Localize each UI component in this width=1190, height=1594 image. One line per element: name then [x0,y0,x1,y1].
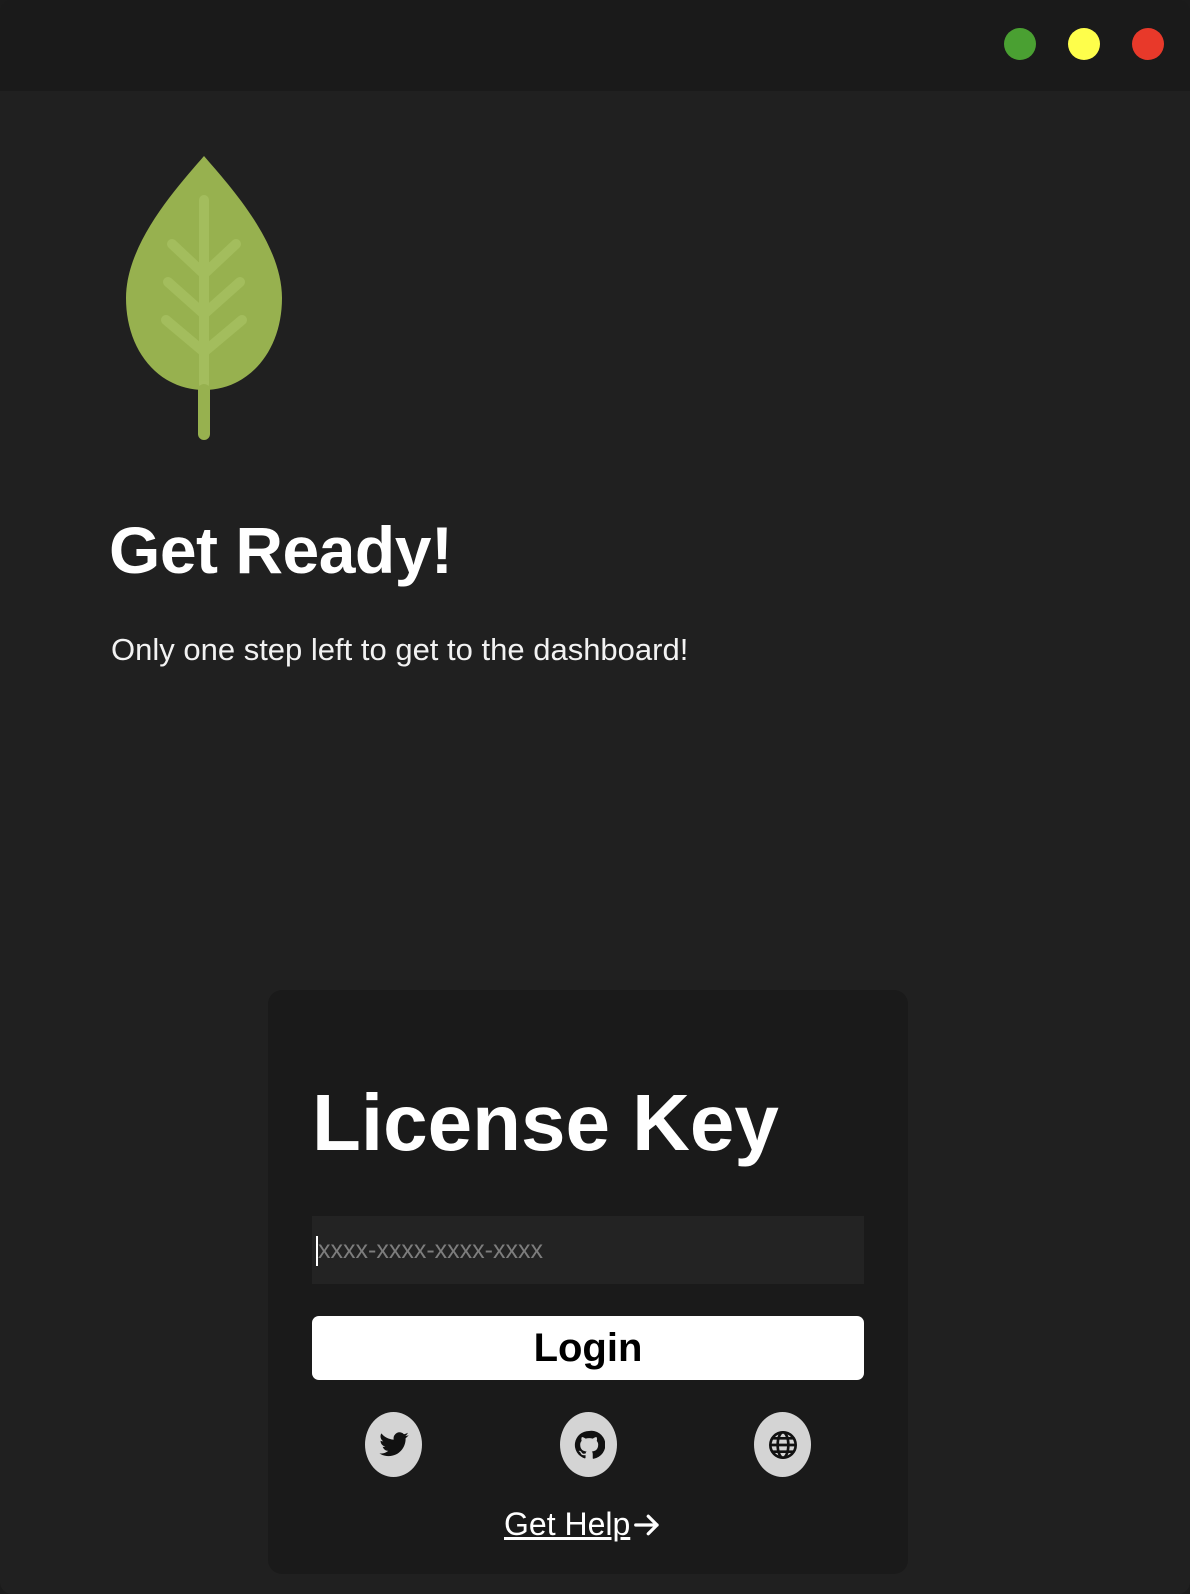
globe-icon [768,1430,797,1459]
page-subtitle: Only one step left to get to the dashboa… [111,632,689,667]
github-icon [574,1430,605,1459]
get-help-link[interactable]: Get Help [504,1506,662,1543]
text-caret [316,1236,318,1266]
maximize-button[interactable] [1004,28,1036,60]
minimize-button[interactable] [1068,28,1100,60]
title-bar [0,0,1190,91]
license-key-input[interactable] [312,1216,864,1284]
github-button[interactable] [560,1412,617,1477]
page-title: Get Ready! [109,513,453,587]
leaf-icon [126,156,282,440]
twitter-button[interactable] [365,1412,422,1477]
get-help-label: Get Help [504,1506,631,1542]
login-button[interactable]: Login [312,1316,864,1380]
license-title: License Key [312,1078,779,1167]
twitter-icon [378,1431,409,1456]
app-window: Get Ready! Only one step left to get to … [0,0,1190,1594]
website-button[interactable] [754,1412,811,1477]
arrow-right-icon [634,1514,659,1535]
close-button[interactable] [1132,28,1164,60]
license-card: License Key Login [268,990,908,1574]
